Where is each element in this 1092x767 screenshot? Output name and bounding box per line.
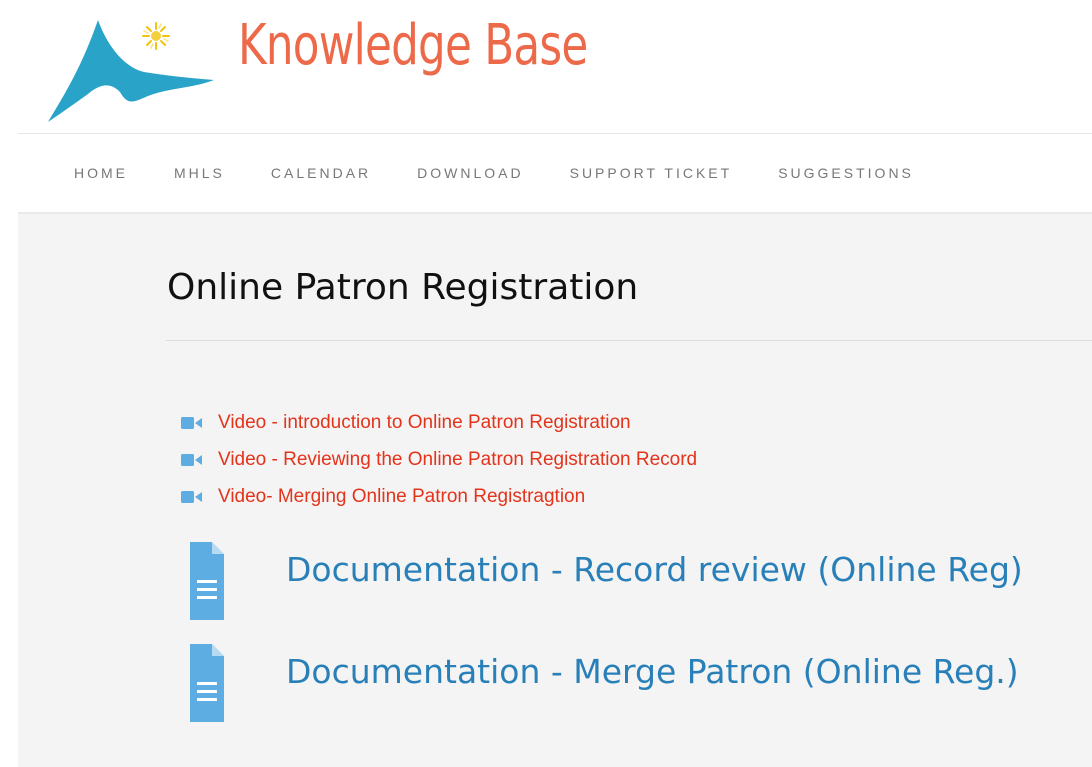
doc-link-merge-patron[interactable]: Documentation - Merge Patron (Online Reg… (286, 652, 1019, 691)
logo-mountain-sun-icon[interactable] (44, 8, 216, 126)
video-list: Video - introduction to Online Patron Re… (181, 404, 697, 516)
main-content: Online Patron Registration Video - intro… (18, 214, 1092, 767)
list-item: Documentation - Merge Patron (Online Reg… (190, 640, 1023, 726)
nav-item-support-ticket[interactable]: SUPPORT TICKET (570, 163, 733, 183)
video-camera-icon (181, 417, 202, 429)
document-icon[interactable] (190, 540, 224, 622)
site-header: Knowledge Base (0, 0, 1092, 134)
video-link-introduction[interactable]: Video - introduction to Online Patron Re… (218, 404, 631, 442)
nav-item-download[interactable]: DOWNLOAD (417, 163, 523, 183)
document-icon[interactable] (190, 642, 224, 724)
main-nav: HOME MHLS CALENDAR DOWNLOAD SUPPORT TICK… (0, 134, 1092, 213)
list-item: Video- Merging Online Patron Registragti… (181, 478, 697, 516)
title-divider (166, 340, 1092, 341)
page-title: Online Patron Registration (167, 267, 639, 308)
site-title[interactable]: Knowledge Base (238, 6, 588, 86)
page: Knowledge Base HOME MHLS CALENDAR DOWNLO… (0, 0, 1092, 767)
nav-list: HOME MHLS CALENDAR DOWNLOAD SUPPORT TICK… (74, 163, 914, 183)
video-camera-icon (181, 454, 202, 466)
list-item: Video - introduction to Online Patron Re… (181, 404, 697, 442)
video-link-merging[interactable]: Video- Merging Online Patron Registragti… (218, 478, 585, 516)
list-item: Documentation - Record review (Online Re… (190, 538, 1023, 624)
nav-item-home[interactable]: HOME (74, 163, 128, 183)
doc-link-record-review[interactable]: Documentation - Record review (Online Re… (286, 550, 1023, 589)
video-link-reviewing-record[interactable]: Video - Reviewing the Online Patron Regi… (218, 441, 697, 479)
video-camera-icon (181, 491, 202, 503)
list-item: Video - Reviewing the Online Patron Regi… (181, 441, 697, 479)
nav-item-suggestions[interactable]: SUGGESTIONS (778, 163, 914, 183)
nav-item-calendar[interactable]: CALENDAR (271, 163, 371, 183)
nav-item-mhls[interactable]: MHLS (174, 163, 225, 183)
documentation-list: Documentation - Record review (Online Re… (190, 538, 1023, 726)
